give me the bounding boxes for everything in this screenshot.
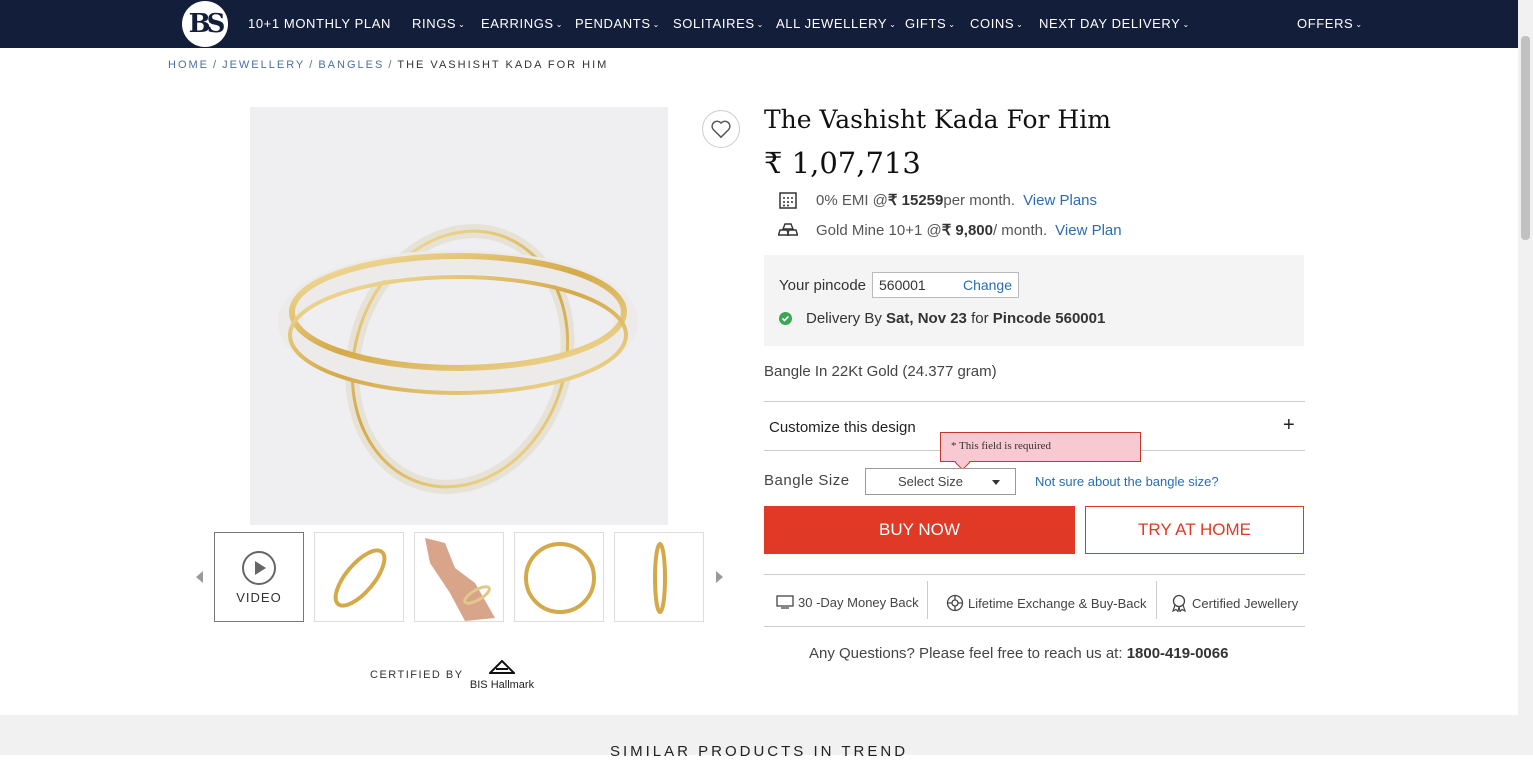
try-at-home-button[interactable]: TRY AT HOME: [1085, 506, 1304, 554]
view-plans-link[interactable]: View Plans: [1023, 192, 1097, 209]
bis-triangle-icon: [487, 659, 517, 674]
nav-monthly-plan[interactable]: 10+1 MONTHLY PLAN: [248, 16, 391, 31]
delivery-date: Sat, Nov 23: [886, 310, 967, 327]
thumbs-prev-arrow[interactable]: [196, 571, 203, 583]
assurance-money-back: 30 -Day Money Back: [776, 594, 919, 610]
calendar-icon: [779, 192, 797, 209]
divider: [764, 626, 1305, 627]
thumb-video-label: VIDEO: [236, 589, 282, 605]
size-required-tooltip: * This field is required: [940, 432, 1141, 462]
nav-gifts[interactable]: GIFTS ⌄: [905, 16, 956, 31]
product-title: The Vashisht Kada For Him: [764, 105, 1111, 134]
similar-products-section: SIMILAR PRODUCTS IN TREND: [0, 715, 1518, 760]
bangle-size-label: Bangle Size: [764, 472, 850, 489]
plus-icon[interactable]: +: [1283, 414, 1295, 437]
nav-all-jewellery[interactable]: ALL JEWELLERY ⌄: [776, 16, 896, 31]
chevron-down-icon: ⌄: [1016, 20, 1024, 29]
gold-bars-icon: [778, 223, 798, 236]
certificate-ribbon-icon: [1172, 594, 1186, 612]
certified-by-label: CERTIFIED BY: [370, 669, 464, 681]
nav-next-day-delivery[interactable]: NEXT DAY DELIVERY ⌄: [1039, 16, 1190, 31]
thumb-video[interactable]: VIDEO: [214, 532, 304, 622]
chevron-down-icon: ⌄: [1182, 20, 1190, 29]
chevron-down-icon: ⌄: [458, 20, 466, 29]
scrollbar-thumb[interactable]: [1521, 36, 1530, 240]
heart-icon: [711, 120, 731, 139]
check-circle-icon: [779, 312, 792, 325]
buy-now-button[interactable]: BUY NOW: [764, 506, 1075, 554]
bangle-size-help-link[interactable]: Not sure about the bangle size?: [1035, 474, 1219, 489]
nav-rings[interactable]: RINGS ⌄: [412, 16, 465, 31]
pincode-label: Your pincode: [779, 277, 867, 294]
caret-down-icon: [992, 480, 1000, 485]
divider: [927, 581, 928, 619]
bis-hallmark-text: BIS Hallmark: [469, 679, 535, 691]
customize-toggle[interactable]: Customize this design: [769, 419, 916, 436]
product-price: ₹ 1,07,713: [764, 146, 921, 180]
brand-logo[interactable]: BS: [182, 1, 228, 47]
delivery-pincode: Pincode 560001: [992, 310, 1106, 327]
nav-offers[interactable]: OFFERS ⌄: [1297, 16, 1363, 31]
breadcrumb-bangles[interactable]: BANGLES: [318, 59, 384, 71]
emi-amount: ₹ 15259: [887, 192, 944, 209]
page-scrollbar[interactable]: [1518, 0, 1533, 755]
nav-earrings[interactable]: EARRINGS ⌄: [481, 16, 563, 31]
chevron-down-icon: ⌄: [1355, 20, 1363, 29]
bangle-size-select[interactable]: Select Size: [865, 468, 1016, 495]
breadcrumb-jewellery[interactable]: JEWELLERY: [222, 59, 305, 71]
nav-pendants[interactable]: PENDANTS ⌄: [575, 16, 660, 31]
thumb-image-4[interactable]: [614, 532, 704, 622]
chevron-down-icon: ⌄: [948, 20, 956, 29]
thumb-image-1[interactable]: [314, 532, 404, 622]
similar-products-title: SIMILAR PRODUCTS IN TREND: [609, 743, 909, 760]
metal-detail: Bangle In 22Kt Gold (24.377 gram): [764, 363, 997, 380]
goldmine-row: Gold Mine 10+1 @ ₹ 9,800 / month. View Pl…: [778, 220, 1122, 240]
divider: [1156, 581, 1157, 619]
thumb-image-3[interactable]: [514, 532, 604, 622]
top-nav: BS 10+1 MONTHLY PLAN RINGS ⌄ EARRINGS ⌄ PE…: [0, 0, 1518, 48]
pincode-panel: Your pincode 560001 Change Delivery By S…: [764, 255, 1304, 346]
thumbs-next-arrow[interactable]: [716, 571, 723, 583]
product-main-image[interactable]: [250, 107, 668, 525]
breadcrumb-home[interactable]: HOME: [168, 59, 209, 71]
chevron-down-icon: ⌄: [756, 20, 764, 29]
pincode-change-link[interactable]: Change: [963, 277, 1012, 293]
divider: [764, 574, 1305, 575]
assurance-exchange: Lifetime Exchange & Buy-Back: [946, 594, 1146, 612]
breadcrumb: HOME / JEWELLERY / BANGLES / THE VASHISHT KADA…: [168, 59, 609, 71]
chevron-down-icon: ⌄: [889, 20, 897, 29]
money-back-icon: [776, 595, 794, 609]
nav-solitaires[interactable]: SOLITAIRES ⌄: [673, 16, 764, 31]
exchange-icon: [946, 594, 964, 612]
bangle-size-value: Select Size: [898, 474, 964, 489]
chevron-down-icon: ⌄: [652, 20, 660, 29]
contact-line: Any Questions? Please feel free to reach…: [809, 645, 1229, 662]
thumb-image-2[interactable]: [414, 532, 504, 622]
emi-row: 0% EMI @ ₹ 15259 per month. View Plans: [778, 190, 1097, 210]
play-icon: [242, 550, 276, 585]
bis-hallmark-logo: BIS Hallmark: [467, 659, 537, 691]
view-plan-link[interactable]: View Plan: [1055, 222, 1121, 239]
contact-phone[interactable]: 1800-419-0066: [1127, 645, 1229, 662]
pincode-input[interactable]: 560001 Change: [872, 272, 1019, 298]
chevron-down-icon: ⌄: [555, 20, 564, 29]
breadcrumb-current: THE VASHISHT KADA FOR HIM: [397, 59, 609, 71]
logo-text: BS: [188, 9, 226, 39]
nav-coins[interactable]: COINS ⌄: [970, 16, 1023, 31]
delivery-estimate: Delivery By Sat, Nov 23 for Pincode 5600…: [779, 310, 1105, 327]
pincode-value[interactable]: 560001: [879, 277, 926, 293]
assurance-certified: Certified Jewellery: [1170, 594, 1298, 612]
wishlist-button[interactable]: [702, 110, 740, 148]
divider: [764, 401, 1305, 402]
goldmine-amount: ₹ 9,800: [941, 222, 993, 239]
